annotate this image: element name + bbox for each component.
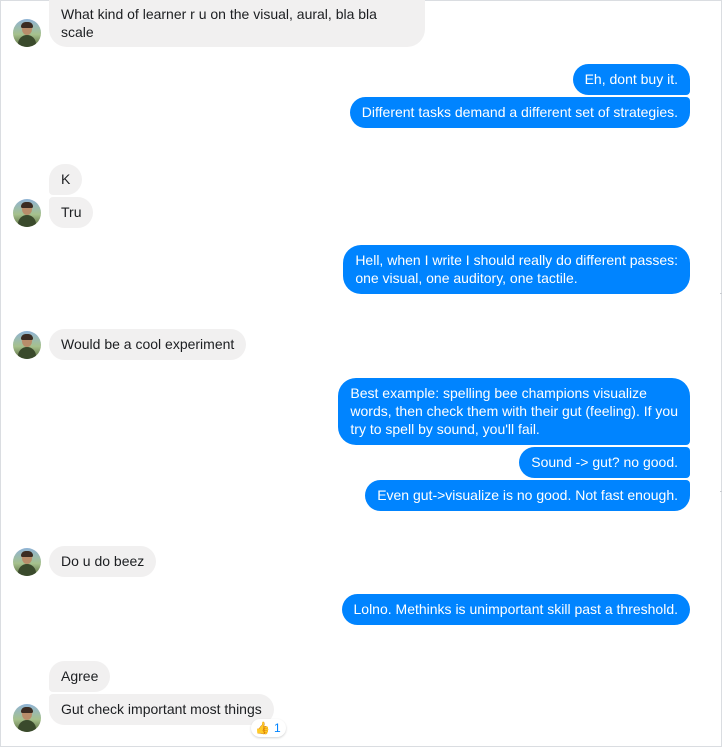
contact-avatar[interactable] (13, 548, 41, 576)
outgoing-message[interactable]: Sound -> gut? no good. (519, 447, 690, 478)
message-text-line: Do u do beez (61, 553, 145, 569)
outgoing-message[interactable]: Best example: spelling bee champions vis… (338, 378, 690, 445)
thumbs-up-icon: 👍 (255, 721, 270, 735)
message-reaction[interactable]: 👍 1 (251, 719, 286, 737)
message-text-line: Would be a cool experiment (61, 336, 235, 352)
incoming-message[interactable]: Tru (49, 197, 94, 228)
message-text-line: Sound -> gut? no good. (531, 454, 678, 470)
message-text-line: Lolno. Methinks is unimportant skill pas… (353, 601, 679, 617)
outgoing-message[interactable]: Lolno. Methinks is unimportant skill pas… (341, 594, 690, 625)
message-text-line: What kind of learner r u on the visual, … (61, 6, 377, 22)
outgoing-message[interactable]: Eh, dont buy it. (572, 64, 690, 95)
incoming-message[interactable]: What kind of learner r u on the visual, … (49, 0, 425, 47)
message-text-line: one visual, one auditory, one tactile. (355, 270, 578, 286)
message-text-line: Gut check important most things (61, 701, 262, 717)
outgoing-message[interactable]: Different tasks demand a different set o… (349, 97, 690, 128)
outgoing-message[interactable]: Even gut->visualize is no good. Not fast… (365, 480, 690, 511)
message-text-line: Eh, dont buy it. (584, 71, 678, 87)
message-text-line: try to spell by sound, you'll fail. (350, 421, 540, 437)
outgoing-message[interactable]: Hell, when I write I should really do di… (343, 245, 690, 294)
message-text-line: K (61, 171, 71, 187)
message-text-line: Different tasks demand a different set o… (361, 104, 678, 120)
message-text-line: Tru (61, 204, 82, 220)
message-thread[interactable]: What kind of learner r u on the visual, … (0, 0, 722, 747)
contact-avatar[interactable] (13, 199, 41, 227)
contact-avatar[interactable] (13, 331, 41, 359)
message-text-line: Even gut->visualize is no good. Not fast… (377, 487, 678, 503)
message-text-line: Best example: spelling bee champions vis… (350, 385, 647, 401)
contact-avatar[interactable] (13, 704, 41, 732)
incoming-message[interactable]: Would be a cool experiment (49, 329, 247, 360)
incoming-message[interactable]: Do u do beez (49, 546, 157, 577)
message-text-line: words, then check them with their gut (f… (350, 403, 678, 419)
message-text-line: Hell, when I write I should really do di… (355, 252, 678, 268)
incoming-message[interactable]: Agree (49, 661, 111, 692)
contact-avatar[interactable] (13, 19, 41, 47)
message-text-line: Agree (61, 668, 99, 684)
reaction-count: 1 (273, 721, 281, 735)
incoming-message[interactable]: Gut check important most things (49, 694, 274, 725)
message-text-line: scale (61, 24, 94, 40)
incoming-message[interactable]: K (49, 164, 83, 195)
